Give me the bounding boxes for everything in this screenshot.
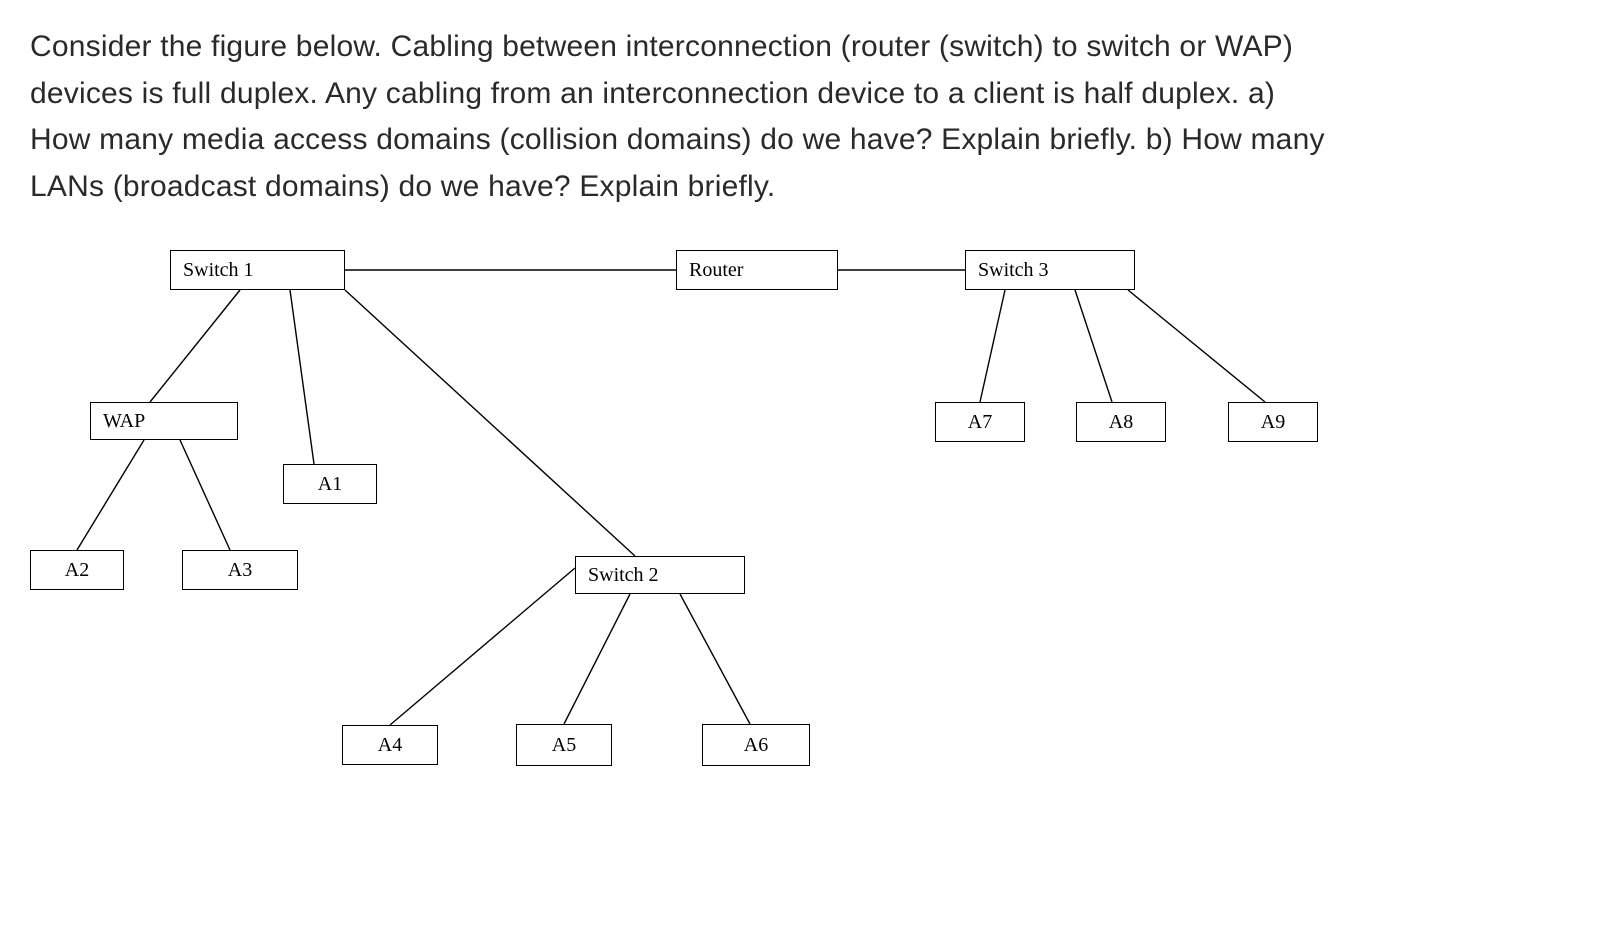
node-switch1: Switch 1 <box>170 250 345 290</box>
node-a4: A4 <box>342 725 438 765</box>
node-router: Router <box>676 250 838 290</box>
node-a7: A7 <box>935 402 1025 442</box>
node-switch3: Switch 3 <box>965 250 1135 290</box>
node-a8: A8 <box>1076 402 1166 442</box>
node-wap: WAP <box>90 402 238 440</box>
node-a1: A1 <box>283 464 377 504</box>
node-switch2: Switch 2 <box>575 556 745 594</box>
node-a3: A3 <box>182 550 298 590</box>
node-a6: A6 <box>702 724 810 766</box>
network-diagram: Switch 1 Router Switch 3 WAP A1 A2 A3 Sw… <box>30 250 1530 810</box>
node-a9: A9 <box>1228 402 1318 442</box>
node-a2: A2 <box>30 550 124 590</box>
question-text: Consider the figure below. Cabling betwe… <box>30 24 1330 210</box>
node-a5: A5 <box>516 724 612 766</box>
